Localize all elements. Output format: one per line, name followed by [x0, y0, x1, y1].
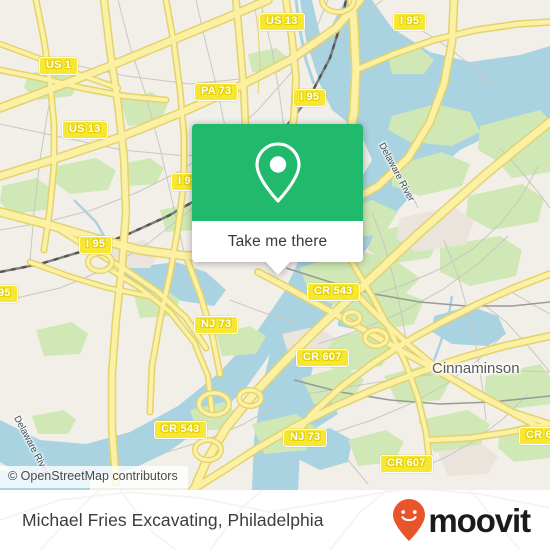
road-shield: NJ 73	[283, 429, 328, 447]
road-shield: CR 607	[380, 455, 433, 473]
callout-pointer-tail	[265, 262, 290, 275]
take-me-there-label: Take me there	[227, 232, 328, 250]
place-title: Michael Fries Excavating, Philadelphia	[22, 509, 324, 530]
moovit-pin-smile-icon	[392, 498, 426, 542]
osm-attribution[interactable]: © OpenStreetMap contributors	[0, 466, 188, 488]
moovit-wordmark: moovit	[428, 501, 531, 539]
map-pin-icon	[251, 140, 305, 206]
card-footer[interactable]: Take me there	[192, 221, 363, 275]
map-canvas[interactable]: US 13 I 95 US 1 PA 73 I 95 US 13 I 95 I 95 95 CR …	[0, 0, 550, 490]
road-shield: US 1	[39, 57, 79, 75]
road-shield: CR 6	[519, 427, 550, 445]
road-shield: US 13	[259, 13, 305, 31]
screenshot-root: US 13 I 95 US 1 PA 73 I 95 US 13 I 95 I 95 95 CR …	[0, 0, 550, 550]
road-shield: 95	[0, 285, 18, 303]
road-shield: CR 607	[296, 349, 349, 367]
road-shield: I 95	[393, 13, 427, 31]
location-callout-card[interactable]: Take me there	[192, 124, 363, 275]
road-shield: CR 543	[307, 283, 360, 301]
moovit-logo[interactable]: moovit	[392, 498, 531, 542]
road-shield: US 13	[62, 121, 108, 139]
road-shield: NJ 73	[194, 316, 239, 334]
road-shield: PA 73	[194, 83, 239, 101]
footer-bar: Michael Fries Excavating, Philadelphia m…	[0, 490, 550, 550]
place-label: Cinnaminson	[432, 360, 520, 377]
road-shield: CR 543	[154, 421, 207, 439]
road-shield: I 95	[79, 236, 113, 254]
card-header	[192, 124, 363, 221]
road-shield: I 95	[293, 89, 327, 107]
